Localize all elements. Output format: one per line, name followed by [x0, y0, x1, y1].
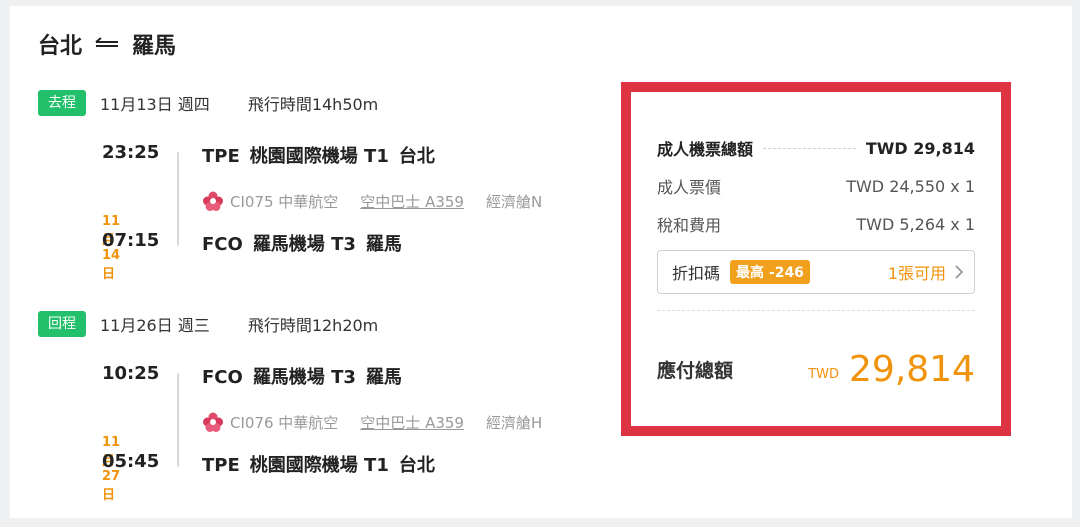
grand-total-amount: 29,814: [849, 348, 975, 390]
outbound-cabin: 經濟艙N: [485, 192, 543, 211]
return-arrive-time: 05:45: [102, 451, 160, 472]
tax-value: TWD 5,264 x 1: [856, 214, 975, 234]
outbound-flight-info: CI075 中華航空 空中巴士 A359 經濟艙N: [202, 190, 542, 212]
chevron-right-icon: [955, 265, 964, 279]
price-summary-panel: 成人機票總額 TWD 29,814 成人票價 TWD 24,550 x 1 稅和…: [621, 82, 1011, 436]
fare-label: 成人票價: [657, 178, 722, 197]
tax-label: 稅和費用: [657, 216, 722, 235]
outbound-date: 11月13日 週四: [100, 95, 210, 114]
tax-row: 稅和費用 TWD 5,264 x 1: [657, 212, 975, 236]
outbound-arrive-name: 羅馬機場 T3: [252, 234, 356, 255]
route-origin: 台北: [38, 34, 83, 59]
coupon-available: 1張可用: [887, 264, 946, 283]
price-divider: [657, 310, 975, 311]
return-aircraft-link[interactable]: 空中巴士 A359: [360, 412, 464, 433]
return-timeline: [177, 373, 179, 467]
outbound-arrive-city: 羅馬: [365, 234, 402, 255]
china-airlines-logo-icon: [203, 191, 223, 211]
return-date: 11月26日 週三: [100, 316, 210, 335]
outbound-arrive-time: 07:15: [102, 230, 160, 251]
return-tag: 回程: [38, 311, 86, 337]
grand-total: 應付總額 TWD 29,814: [657, 344, 975, 394]
coupon-label: 折扣碼: [672, 264, 721, 283]
return-depart-code: FCO: [202, 367, 243, 388]
round-trip-arrow-icon: [95, 37, 119, 47]
return-flight: CI076 中華航空: [230, 413, 339, 432]
route-title: 台北 羅馬: [38, 28, 176, 60]
ticket-total-label: 成人機票總額: [657, 140, 754, 159]
ticket-total-value: TWD 29,814: [865, 138, 975, 158]
outbound-tag: 去程: [38, 90, 86, 116]
outbound-depart-city: 台北: [398, 146, 435, 167]
route-destination: 羅馬: [132, 34, 177, 59]
fare-value: TWD 24,550 x 1: [846, 176, 975, 196]
ticket-total-row: 成人機票總額 TWD 29,814: [657, 136, 975, 160]
return-duration: 飛行時間12h20m: [247, 316, 379, 335]
return-arrive-code: TPE: [202, 455, 240, 476]
outbound-arrive-code: FCO: [202, 234, 243, 255]
grand-total-label: 應付總額: [657, 359, 734, 382]
return-depart-city: 羅馬: [365, 367, 402, 388]
outbound-arrive-airport: FCO 羅馬機場 T3 羅馬: [202, 230, 412, 256]
outbound-duration: 飛行時間14h50m: [247, 95, 379, 114]
return-cabin: 經濟艙H: [485, 413, 543, 432]
return-arrive-name: 桃園國際機場 T1: [249, 455, 389, 476]
outbound-depart-time: 23:25: [102, 142, 160, 163]
coupon-button[interactable]: 折扣碼 最高 -246 1張可用: [657, 250, 975, 294]
return-flight-info: CI076 中華航空 空中巴士 A359 經濟艙H: [202, 411, 542, 433]
return-arrive-airport: TPE 桃園國際機場 T1 台北: [202, 451, 445, 477]
coupon-badge: 最高 -246: [730, 260, 810, 284]
outbound-aircraft-link[interactable]: 空中巴士 A359: [360, 191, 464, 212]
outbound-depart-name: 桃園國際機場 T1: [249, 146, 389, 167]
return-depart-airport: FCO 羅馬機場 T3 羅馬: [202, 363, 412, 389]
return-depart-time: 10:25: [102, 363, 160, 384]
outbound-depart-airport: TPE 桃園國際機場 T1 台北: [202, 142, 445, 168]
return-arrive-city: 台北: [398, 455, 435, 476]
outbound-timeline: [177, 152, 179, 246]
outbound-flight: CI075 中華航空: [230, 192, 339, 211]
outbound-depart-code: TPE: [202, 146, 240, 167]
china-airlines-logo-icon: [203, 412, 223, 432]
fare-row: 成人票價 TWD 24,550 x 1: [657, 174, 975, 198]
itinerary-card: 台北 羅馬 去程 11月13日 週四 飛行時間14h50m 23:25 TPE 桃…: [10, 6, 1072, 518]
return-depart-name: 羅馬機場 T3: [252, 367, 356, 388]
grand-total-currency: TWD: [808, 366, 840, 382]
dashed-leader: [763, 147, 856, 149]
